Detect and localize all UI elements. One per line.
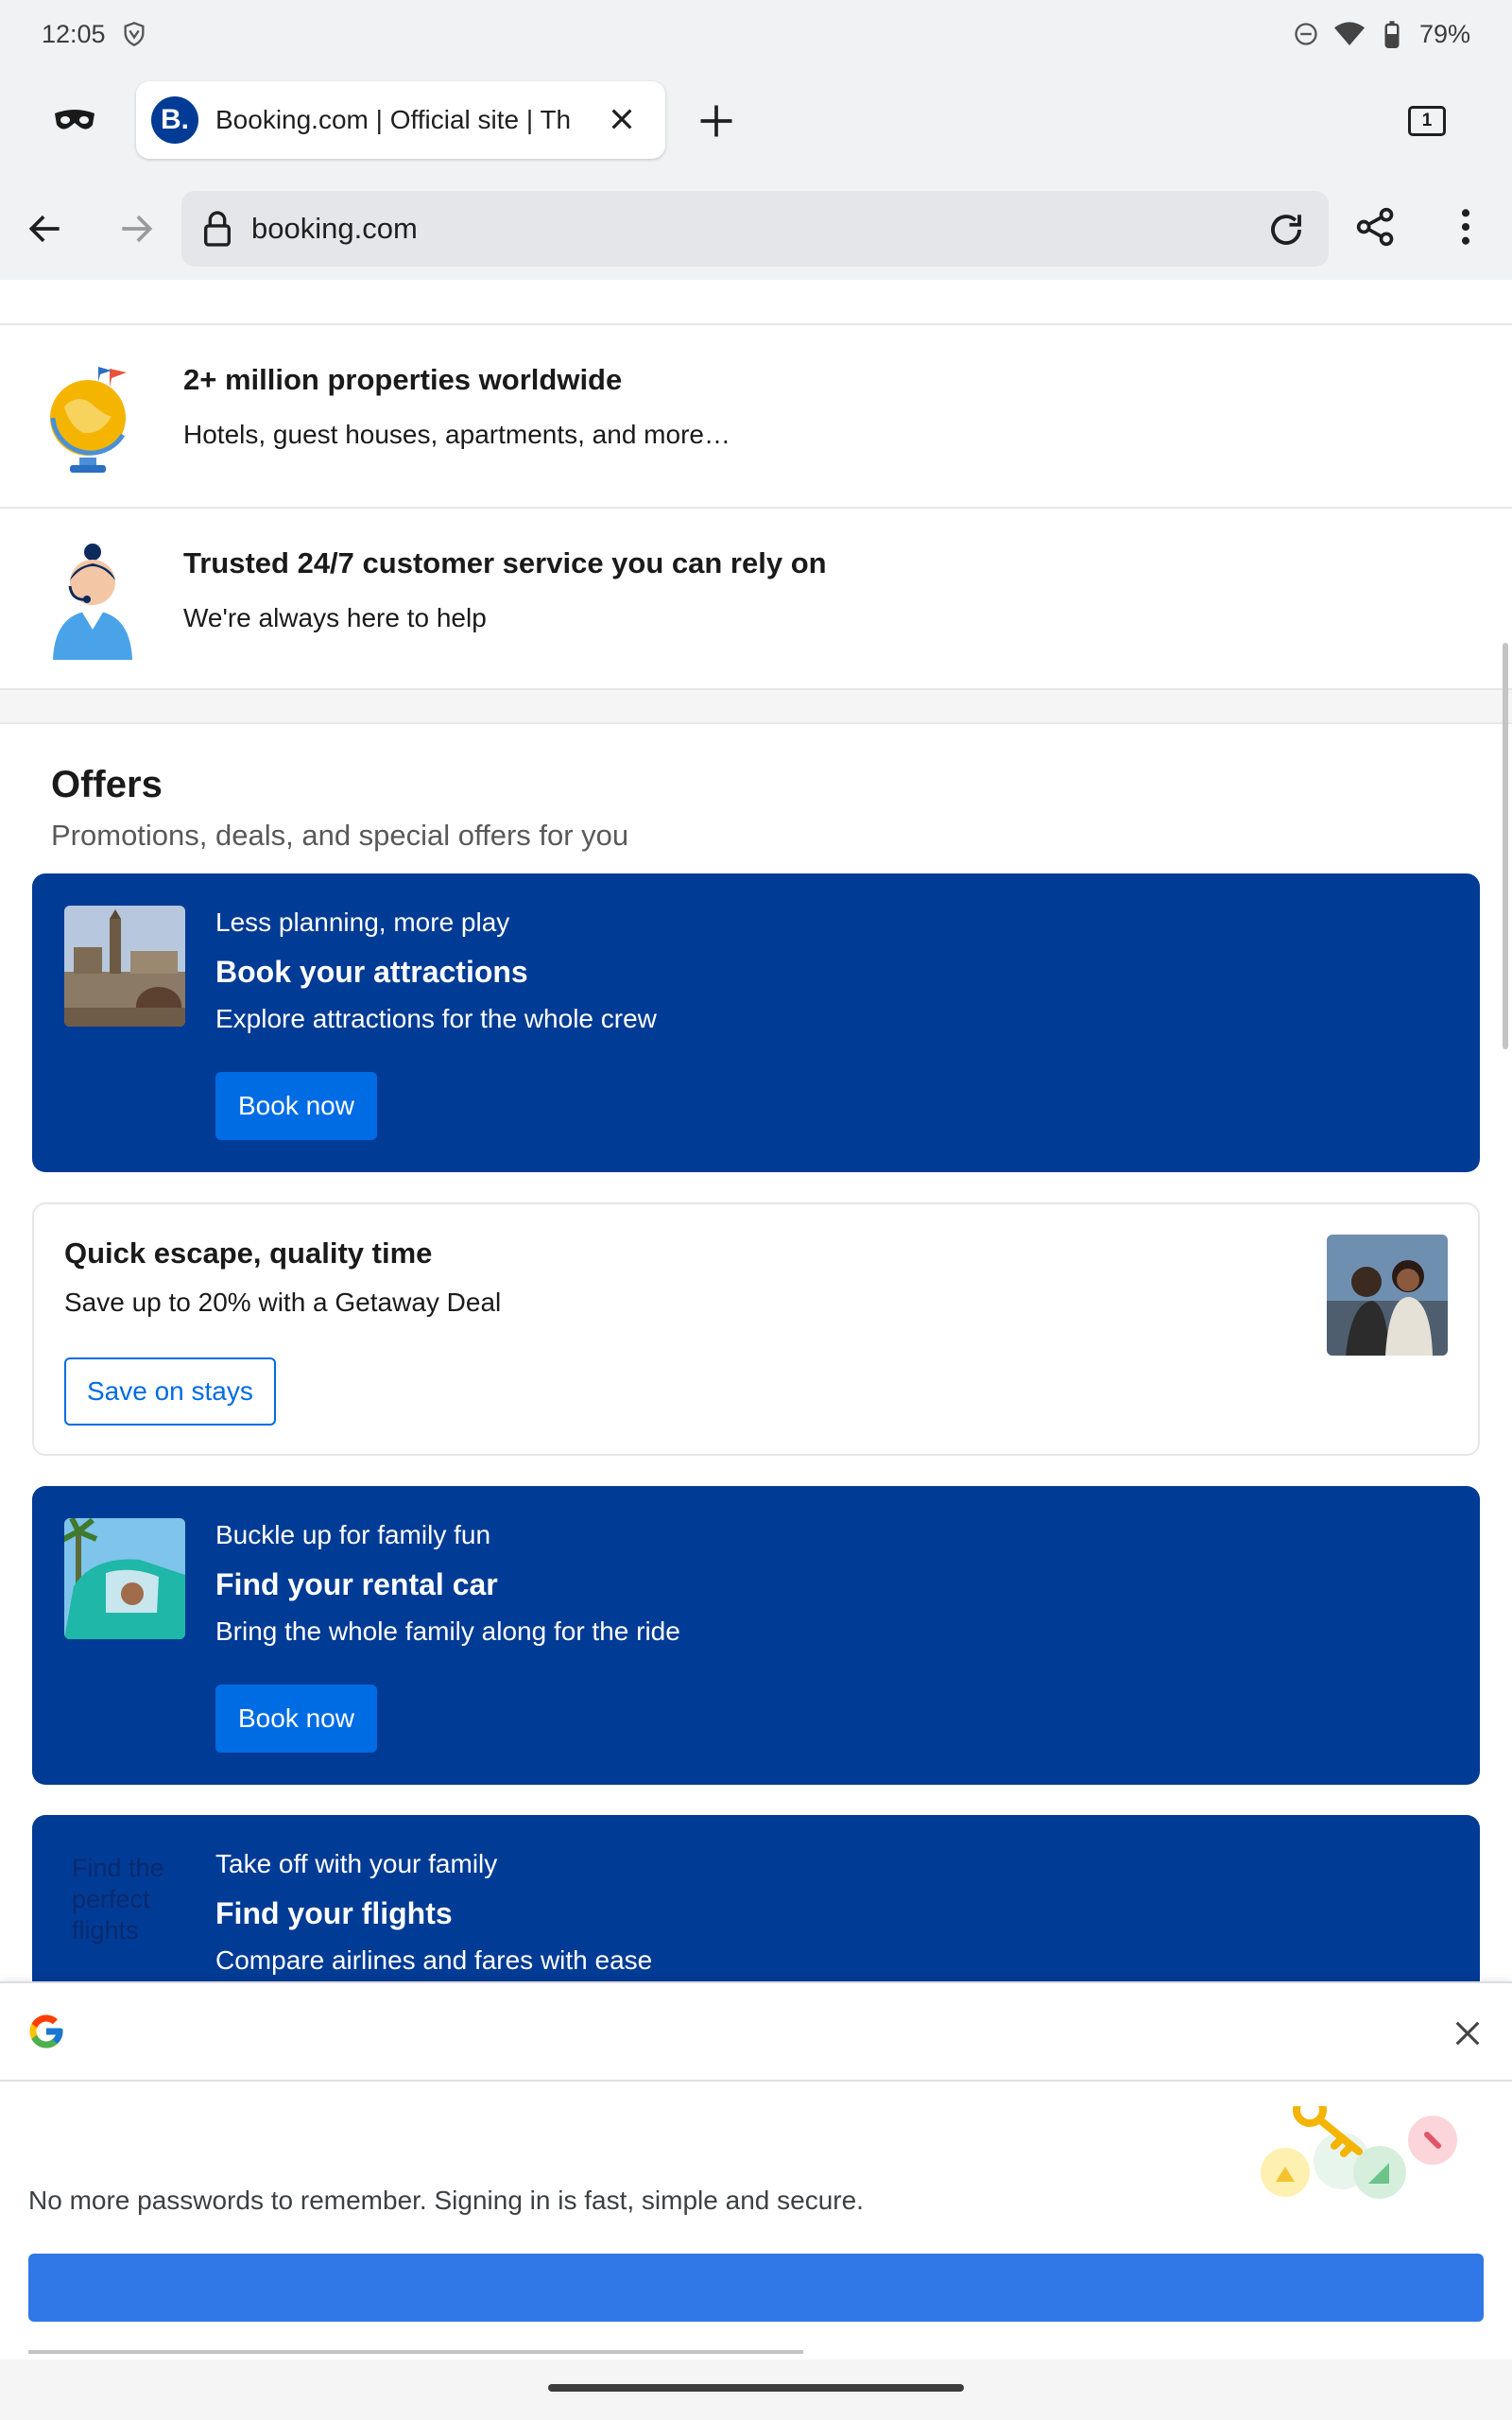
status-bar: 12:05 79% (0, 0, 1512, 68)
status-time: 12:05 (42, 19, 106, 48)
london-attractions-image (64, 906, 185, 1027)
tab-strip: B. Booking.com | Official site | Th 1 (0, 68, 1512, 174)
address-bar[interactable]: booking.com (181, 191, 1329, 267)
offers-subheading: Promotions, deals, and special offers fo… (51, 819, 629, 852)
globe-illustration-icon (50, 367, 127, 473)
offer-description: Bring the whole family along for the rid… (215, 1616, 680, 1646)
system-navigation-bar (0, 2360, 1512, 2420)
offer-card-rental-car: Buckle up for family fun Find your renta… (32, 1486, 1480, 1785)
offers-heading: Offers (51, 764, 163, 805)
booking-favicon: B. (151, 96, 198, 144)
tab-title: Booking.com | Official site | Th (215, 105, 572, 134)
save-on-stays-button[interactable]: Save on stays (64, 1357, 276, 1426)
wifi-icon (1333, 22, 1365, 45)
google-continue-button[interactable] (28, 2254, 1484, 2322)
feature-subtitle: We're always here to help (183, 603, 487, 632)
web-page: 2+ million properties worldwide Hotels, … (0, 280, 1512, 1981)
browser-toolbar: booking.com (0, 174, 1512, 280)
offer-eyebrow: Buckle up for family fun (215, 1520, 491, 1549)
offer-eyebrow: Less planning, more play (215, 908, 510, 937)
features-card: 2+ million properties worldwide Hotels, … (0, 280, 1512, 690)
feature-customer-service: Trusted 24/7 customer service you can re… (0, 507, 1512, 690)
share-icon[interactable] (1355, 206, 1397, 248)
browser-tab[interactable]: B. Booking.com | Official site | Th (136, 81, 665, 159)
battery-icon (1384, 21, 1400, 48)
back-arrow-icon[interactable] (25, 208, 66, 250)
offers-section: Offers Promotions, deals, and special of… (0, 722, 1512, 1981)
feature-properties: 2+ million properties worldwide Hotels, … (0, 323, 1512, 507)
book-rental-car-button[interactable]: Book now (215, 1685, 377, 1753)
cut-off-text-fragment (28, 2350, 803, 2354)
offer-card-getaway: Quick escape, quality time Save up to 20… (32, 1202, 1480, 1456)
passkey-illustration-icon (1261, 2106, 1457, 2199)
offer-title: Find your rental car (215, 1567, 498, 1601)
support-agent-illustration-icon (53, 544, 132, 660)
google-sign-in-sheet: No more passwords to remember. Signing i… (0, 1981, 1512, 2360)
flights-image-alt-text: Find the perfect flights (72, 1854, 164, 1945)
reload-icon[interactable] (1266, 210, 1306, 250)
new-tab-plus-icon[interactable] (696, 100, 737, 142)
forward-arrow-icon[interactable] (115, 208, 157, 250)
sign-in-message: No more passwords to remember. Signing i… (28, 2186, 864, 2215)
couple-getaway-image (1327, 1235, 1448, 1356)
offer-description: Save up to 20% with a Getaway Deal (64, 1288, 502, 1317)
offer-title: Book your attractions (215, 955, 528, 989)
do-not-disturb-icon (1295, 23, 1317, 45)
close-sheet-icon[interactable] (1452, 2017, 1484, 2049)
feature-subtitle: Hotels, guest houses, apartments, and mo… (183, 420, 730, 449)
offer-title: Quick escape, quality time (64, 1236, 433, 1270)
home-gesture-handle[interactable] (548, 2384, 964, 2392)
offer-description: Explore attractions for the whole crew (215, 1004, 657, 1033)
lock-icon[interactable] (202, 210, 232, 248)
offer-title: Find your flights (215, 1896, 453, 1930)
offer-card-attractions: Less planning, more play Book your attra… (32, 873, 1480, 1172)
page-scrollbar[interactable] (1503, 643, 1508, 1049)
close-tab-icon[interactable] (607, 104, 637, 134)
feature-title: Trusted 24/7 customer service you can re… (183, 546, 827, 579)
book-attractions-button[interactable]: Book now (215, 1072, 377, 1140)
more-menu-icon[interactable] (1452, 206, 1480, 248)
sheet-header (0, 1983, 1512, 2082)
tab-switcher-button[interactable]: 1 (1408, 106, 1446, 136)
offer-eyebrow: Take off with your family (215, 1849, 498, 1878)
vpn-shield-icon (124, 22, 145, 46)
feature-title: 2+ million properties worldwide (183, 363, 623, 396)
url-text[interactable]: booking.com (251, 212, 418, 246)
incognito-mask-icon[interactable] (53, 106, 96, 134)
rental-car-image (64, 1518, 185, 1639)
offer-description: Compare airlines and fares with ease (215, 1945, 653, 1975)
offer-card-flights: Find the perfect flights Take off with y… (32, 1815, 1480, 1981)
google-logo-icon (29, 2014, 63, 2048)
battery-percent: 79% (1418, 19, 1470, 48)
